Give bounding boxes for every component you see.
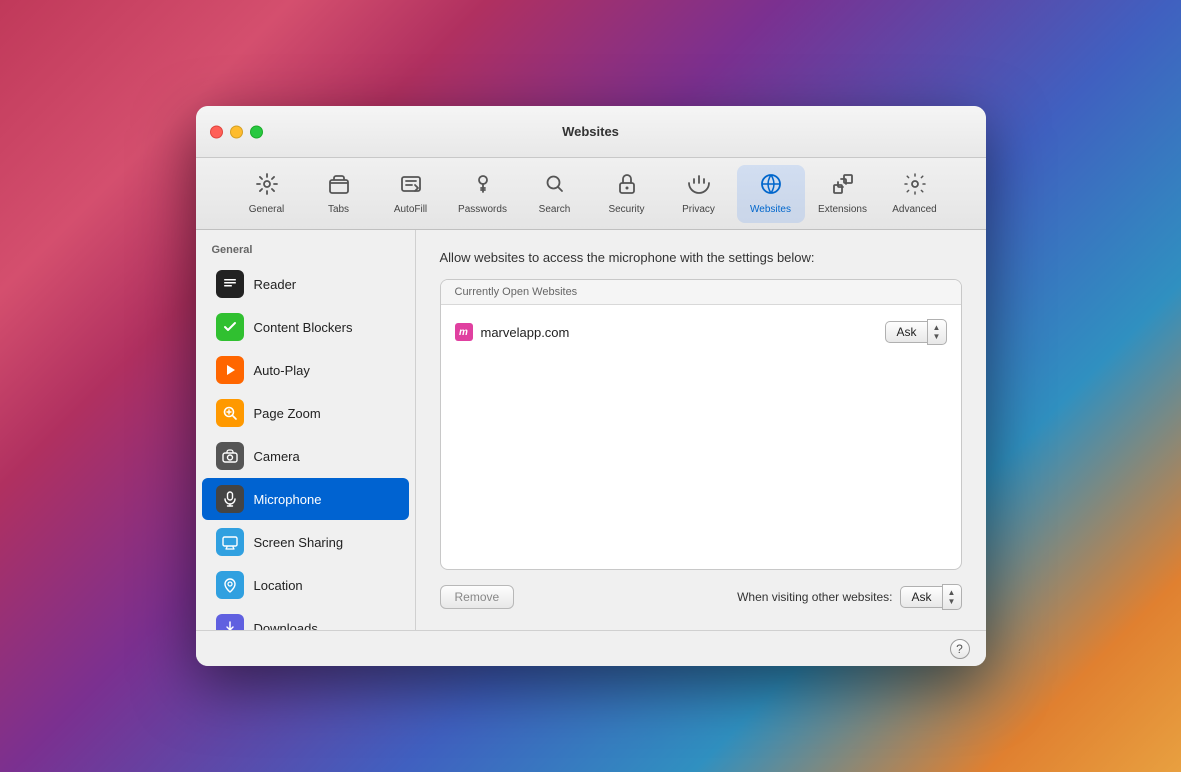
website-row: m marvelapp.com Ask ▲ ▼ (441, 313, 961, 351)
remove-button[interactable]: Remove (440, 585, 515, 609)
other-setting-stepper[interactable]: ▲ ▼ (942, 584, 962, 610)
sidebar-item-page-zoom[interactable]: Page Zoom (202, 392, 409, 434)
content-blockers-icon (216, 313, 244, 341)
currently-open-websites-label: Currently Open Websites (441, 280, 961, 305)
sidebar-item-downloads[interactable]: Downloads (202, 607, 409, 630)
toolbar-item-general[interactable]: General (233, 165, 301, 223)
toolbar-label-tabs: Tabs (328, 204, 349, 216)
sidebar-item-content-blockers[interactable]: Content Blockers (202, 306, 409, 348)
advanced-icon (903, 172, 927, 200)
security-icon (615, 172, 639, 200)
maximize-button[interactable] (250, 125, 263, 138)
sidebar-item-label-page-zoom: Page Zoom (254, 406, 321, 421)
reader-icon (216, 270, 244, 298)
minimize-button[interactable] (230, 125, 243, 138)
toolbar: General Tabs AutoFill (196, 158, 986, 230)
autofill-icon (399, 172, 423, 200)
tabs-icon (327, 172, 351, 200)
websites-box: Currently Open Websites m marvelapp.com … (440, 279, 962, 570)
sidebar-item-label-microphone: Microphone (254, 492, 322, 507)
toolbar-label-websites: Websites (750, 204, 791, 216)
other-ask-button[interactable]: Ask (900, 586, 941, 608)
safari-preferences-window: Websites General Tabs (196, 106, 986, 666)
other-websites-label: When visiting other websites: (737, 590, 892, 604)
main-content: General Reader (196, 230, 986, 630)
camera-icon (216, 442, 244, 470)
titlebar: Websites (196, 106, 986, 158)
auto-play-icon (216, 356, 244, 384)
sidebar-item-location[interactable]: Location (202, 564, 409, 606)
marvelapp-favicon: m (455, 323, 473, 341)
toolbar-label-advanced: Advanced (892, 204, 936, 216)
help-button[interactable]: ? (950, 639, 970, 659)
toolbar-label-security: Security (608, 204, 644, 216)
sidebar-item-label-camera: Camera (254, 449, 300, 464)
search-icon (543, 172, 567, 200)
website-info: m marvelapp.com (455, 323, 570, 341)
toolbar-item-search[interactable]: Search (521, 165, 589, 223)
toolbar-item-privacy[interactable]: Privacy (665, 165, 733, 223)
privacy-icon (687, 172, 711, 200)
toolbar-label-search: Search (539, 204, 571, 216)
toolbar-item-advanced[interactable]: Advanced (881, 165, 949, 223)
sidebar-item-camera[interactable]: Camera (202, 435, 409, 477)
sidebar-item-label-downloads: Downloads (254, 621, 318, 631)
toolbar-item-extensions[interactable]: Extensions (809, 165, 877, 223)
sidebar-item-label-reader: Reader (254, 277, 297, 292)
other-websites-control[interactable]: Ask ▲ ▼ (900, 584, 961, 610)
panel-description: Allow websites to access the microphone … (440, 250, 962, 265)
websites-list: m marvelapp.com Ask ▲ ▼ (441, 305, 961, 569)
toolbar-item-tabs[interactable]: Tabs (305, 165, 373, 223)
toolbar-item-autofill[interactable]: AutoFill (377, 165, 445, 223)
website-setting-control[interactable]: Ask ▲ ▼ (885, 319, 946, 345)
close-button[interactable] (210, 125, 223, 138)
window-title: Websites (562, 124, 619, 139)
other-websites-wrap: When visiting other websites: Ask ▲ ▼ (737, 584, 961, 610)
sidebar-item-label-location: Location (254, 578, 303, 593)
toolbar-item-passwords[interactable]: Passwords (449, 165, 517, 223)
microphone-icon (216, 485, 244, 513)
screen-sharing-icon (216, 528, 244, 556)
toolbar-item-security[interactable]: Security (593, 165, 661, 223)
right-panel: Allow websites to access the microphone … (416, 230, 986, 630)
sidebar-item-screen-sharing[interactable]: Screen Sharing (202, 521, 409, 563)
toolbar-label-extensions: Extensions (818, 204, 867, 216)
downloads-icon (216, 614, 244, 630)
sidebar-item-label-auto-play: Auto-Play (254, 363, 310, 378)
websites-icon (759, 172, 783, 200)
sidebar-item-label-screen-sharing: Screen Sharing (254, 535, 344, 550)
website-setting-stepper[interactable]: ▲ ▼ (927, 319, 947, 345)
location-icon (216, 571, 244, 599)
bottom-bar: Remove When visiting other websites: Ask… (440, 584, 962, 610)
footer: ? (196, 630, 986, 666)
passwords-icon (471, 172, 495, 200)
toolbar-label-autofill: AutoFill (394, 204, 427, 216)
toolbar-label-passwords: Passwords (458, 204, 507, 216)
extensions-icon (831, 172, 855, 200)
sidebar-item-reader[interactable]: Reader (202, 263, 409, 305)
toolbar-item-websites[interactable]: Websites (737, 165, 805, 223)
website-ask-button[interactable]: Ask (885, 321, 926, 343)
sidebar-item-label-content-blockers: Content Blockers (254, 320, 353, 335)
sidebar-item-auto-play[interactable]: Auto-Play (202, 349, 409, 391)
traffic-lights (210, 125, 263, 138)
website-name-marvelapp: marvelapp.com (481, 325, 570, 340)
page-zoom-icon (216, 399, 244, 427)
sidebar-section-label: General (196, 240, 415, 262)
toolbar-label-privacy: Privacy (682, 204, 715, 216)
sidebar: General Reader (196, 230, 416, 630)
general-icon (255, 172, 279, 200)
sidebar-item-microphone[interactable]: Microphone (202, 478, 409, 520)
toolbar-label-general: General (249, 204, 285, 216)
